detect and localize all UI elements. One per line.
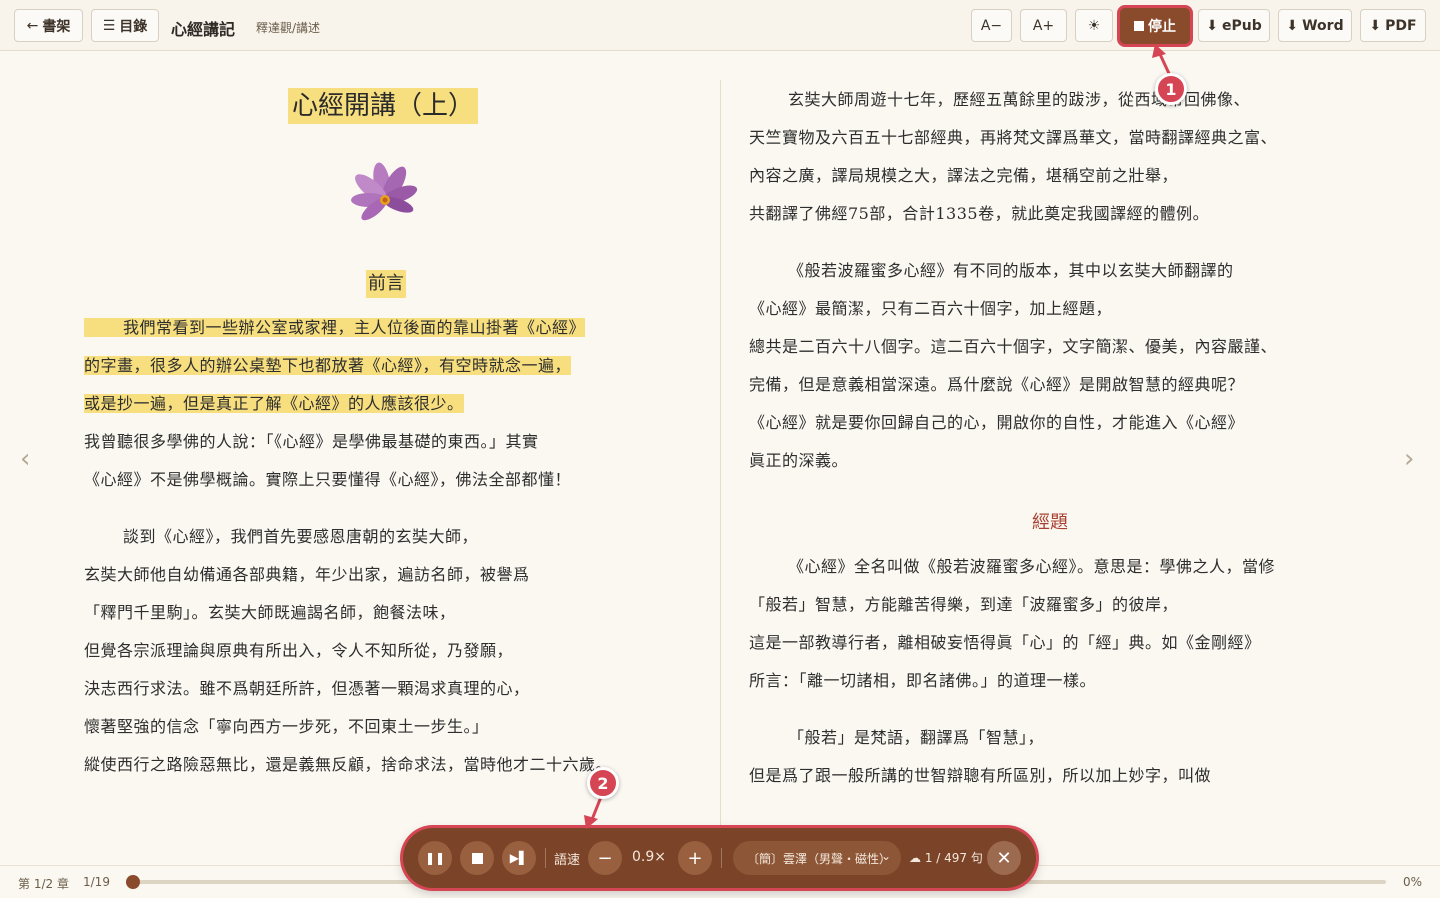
text-line: 但覺各宗派理論與原典有所出入，令人不知所從，乃發願， bbox=[84, 641, 514, 660]
text-line: 完備，但是意義相當深遠。爲什麼說《心經》是開啟智慧的經典呢？ bbox=[749, 375, 1245, 394]
speed-increase-button[interactable]: + bbox=[678, 841, 712, 875]
progress-slider-handle[interactable] bbox=[126, 875, 140, 889]
text-line: 玄奘大師他自幼備通各部典籍，年少出家，遍訪名師，被譽爲 bbox=[84, 565, 530, 584]
skip-next-icon: ▶▌ bbox=[509, 851, 529, 865]
next-page-arrow-icon[interactable]: › bbox=[1404, 444, 1414, 474]
text-line: 所言：「離一切諸相，即名諸佛。」的道理一樣。 bbox=[749, 671, 1097, 690]
text-line: 《心經》不是佛學概論。實際上只要懂得《心經》，佛法全部都懂！ bbox=[84, 470, 572, 489]
voice-select[interactable]: 〔簡〕雲澤（男聲・磁性） ⌄ bbox=[733, 841, 901, 875]
pause-icon: ❚❚ bbox=[424, 851, 446, 865]
progress-percent: 0% bbox=[1403, 875, 1423, 889]
text-line: 縱使西行之路險惡無比，還是義無反顧，捨命求法，當時他才二十六歲。 bbox=[84, 755, 613, 774]
stop-reading-button[interactable]: 停止 bbox=[1120, 8, 1190, 44]
chapter-indicator: 第 1/2 章 bbox=[18, 877, 69, 891]
back-label: 書架 bbox=[42, 18, 71, 35]
text-line: 《心經》全名叫做《般若波羅蜜多心經》。意思是：學佛之人，當修 bbox=[788, 557, 1276, 576]
text-line: 《心經》最簡潔，只有二百六十個字，加上經題， bbox=[749, 299, 1113, 318]
tts-player: ❚❚ ▶▌ 語速 − 0.9× + 〔簡〕雲澤（男聲・磁性） ⌄ ☁ 1 / 4… bbox=[403, 828, 1036, 888]
text-line: 內容之廣，譯局規模之大，譯法之完備，堪稱空前之壯舉， bbox=[749, 166, 1179, 185]
text-line: 我曾聽很多學佛的人說：「《心經》是學佛最基礎的東西。」其實 bbox=[84, 432, 539, 451]
prev-page-arrow-icon[interactable]: ‹ bbox=[20, 444, 30, 474]
text-line: 共翻譯了佛經75部，合計1335卷，就此奠定我國譯經的體例。 bbox=[749, 204, 1210, 223]
theme-toggle-button[interactable]: ☀ bbox=[1075, 9, 1113, 42]
separator bbox=[721, 848, 722, 868]
chapter-title: 心經開講（上） bbox=[288, 88, 479, 124]
toc-button[interactable]: ☰ 目錄 bbox=[91, 9, 159, 42]
speed-value: 0.9× bbox=[632, 849, 666, 865]
text-line: 談到《心經》，我們首先要感恩唐朝的玄奘大師， bbox=[123, 527, 479, 546]
highlighted-text: 我們常看到一些辦公室或家裡，主人位後面的靠山掛著《心經》 bbox=[84, 318, 586, 337]
text-line: 天竺寶物及六百五十七部經典，再將梵文譯爲華文，當時翻譯經典之富、 bbox=[749, 128, 1278, 147]
download-icon: ⬇ bbox=[1206, 17, 1218, 34]
plus-icon: + bbox=[687, 847, 703, 869]
next-sentence-button[interactable]: ▶▌ bbox=[502, 841, 536, 875]
text-line: 但是爲了跟一般所講的世智辯聰有所區別，所以加上妙字，叫做 bbox=[749, 766, 1212, 785]
text-line: 我們常看到一些辦公室或家裡，主人位後面的靠山掛著《心經》 bbox=[84, 315, 586, 341]
sun-icon: ☀ bbox=[1087, 17, 1101, 34]
toc-label: 目錄 bbox=[119, 18, 148, 35]
cloud-icon: ☁ bbox=[909, 851, 921, 865]
back-to-shelf-button[interactable]: ← 書架 bbox=[14, 9, 83, 42]
separator bbox=[545, 848, 546, 868]
text-line: 「釋門千里駒」。玄奘大師既遍謁名師，飽餐法味， bbox=[84, 603, 456, 622]
text-line: 《心經》就是要你回歸自己的心，開啟你的自性，才能進入《心經》 bbox=[749, 413, 1245, 432]
stop-button[interactable] bbox=[460, 841, 494, 875]
export-epub-button[interactable]: ⬇ ePub bbox=[1198, 9, 1270, 42]
stop-label: 停止 bbox=[1148, 19, 1176, 35]
close-player-button[interactable]: ✕ bbox=[987, 841, 1021, 875]
text-line: 「般若」智慧，方能離苦得樂，到達「波羅蜜多」的彼岸， bbox=[749, 595, 1179, 614]
sutra-title-heading: 經題 bbox=[1032, 512, 1068, 533]
text-line: 「般若」是梵語，翻譯爲「智慧」， bbox=[788, 728, 1045, 747]
download-icon: ⬇ bbox=[1369, 17, 1382, 34]
pdf-label: PDF bbox=[1385, 17, 1417, 34]
word-label: Word bbox=[1302, 17, 1344, 34]
page-divider bbox=[720, 80, 721, 825]
export-pdf-button[interactable]: ⬇ PDF bbox=[1360, 9, 1426, 42]
chevron-down-icon: ⌄ bbox=[880, 849, 891, 863]
page-indicator: 1/19 bbox=[83, 875, 110, 889]
epub-label: ePub bbox=[1221, 17, 1262, 34]
voice-value: 〔簡〕雲澤（男聲・磁性） bbox=[747, 851, 883, 866]
font-smaller-button[interactable]: A− bbox=[971, 9, 1012, 42]
stop-icon bbox=[1134, 21, 1144, 31]
text-line: 眞正的深義。 bbox=[749, 451, 849, 470]
minus-icon: − bbox=[597, 847, 613, 869]
export-word-button[interactable]: ⬇ Word bbox=[1278, 9, 1352, 42]
sentence-count: 1 / 497 句 bbox=[924, 851, 983, 865]
download-icon: ⬇ bbox=[1286, 17, 1299, 34]
close-icon: ✕ bbox=[996, 847, 1012, 869]
stop-icon bbox=[471, 852, 483, 864]
text-line: 這是一部教導行者，離相破妄悟得眞「心」的「經」典。如《金剛經》 bbox=[749, 633, 1261, 652]
annotation-marker-2: 2 bbox=[587, 767, 619, 799]
menu-icon: ☰ bbox=[102, 17, 116, 34]
pause-button[interactable]: ❚❚ bbox=[418, 841, 452, 875]
text-line: 的字畫，很多人的辦公桌墊下也都放著《心經》，有空時就念一遍， bbox=[84, 353, 572, 379]
arrow-left-icon: ← bbox=[26, 17, 39, 34]
text-line: 懷著堅強的信念「寧向西方一步死，不回東土一步生。」 bbox=[84, 717, 489, 736]
annotation-marker-1: 1 bbox=[1155, 73, 1187, 105]
text-line: 《般若波羅蜜多心經》有不同的版本，其中以玄奘大師翻譯的 bbox=[788, 261, 1234, 280]
text-line: 或是抄一遍，但是真正了解《心經》的人應該很少。 bbox=[84, 391, 464, 417]
preface-heading: 前言 bbox=[366, 270, 406, 298]
text-line: 決志西行求法。雖不爲朝廷所許，但憑著一顆渴求真理的心， bbox=[84, 679, 530, 698]
highlighted-text: 的字畫，很多人的辦公桌墊下也都放著《心經》，有空時就念一遍， bbox=[84, 356, 572, 375]
speed-decrease-button[interactable]: − bbox=[588, 841, 622, 875]
book-author: 釋達觀/講述 bbox=[256, 21, 321, 35]
sentence-counter: ☁ 1 / 497 句 bbox=[909, 849, 983, 866]
book-title: 心經講記 bbox=[171, 20, 236, 39]
lotus-flower-image bbox=[351, 162, 418, 221]
speed-label: 語速 bbox=[554, 853, 581, 868]
highlighted-text: 或是抄一遍，但是真正了解《心經》的人應該很少。 bbox=[84, 394, 464, 413]
font-larger-button[interactable]: A+ bbox=[1020, 9, 1067, 42]
text-line: 總共是二百六十八個字。這二百六十個字，文字簡潔、優美，內容嚴謹、 bbox=[749, 337, 1278, 356]
